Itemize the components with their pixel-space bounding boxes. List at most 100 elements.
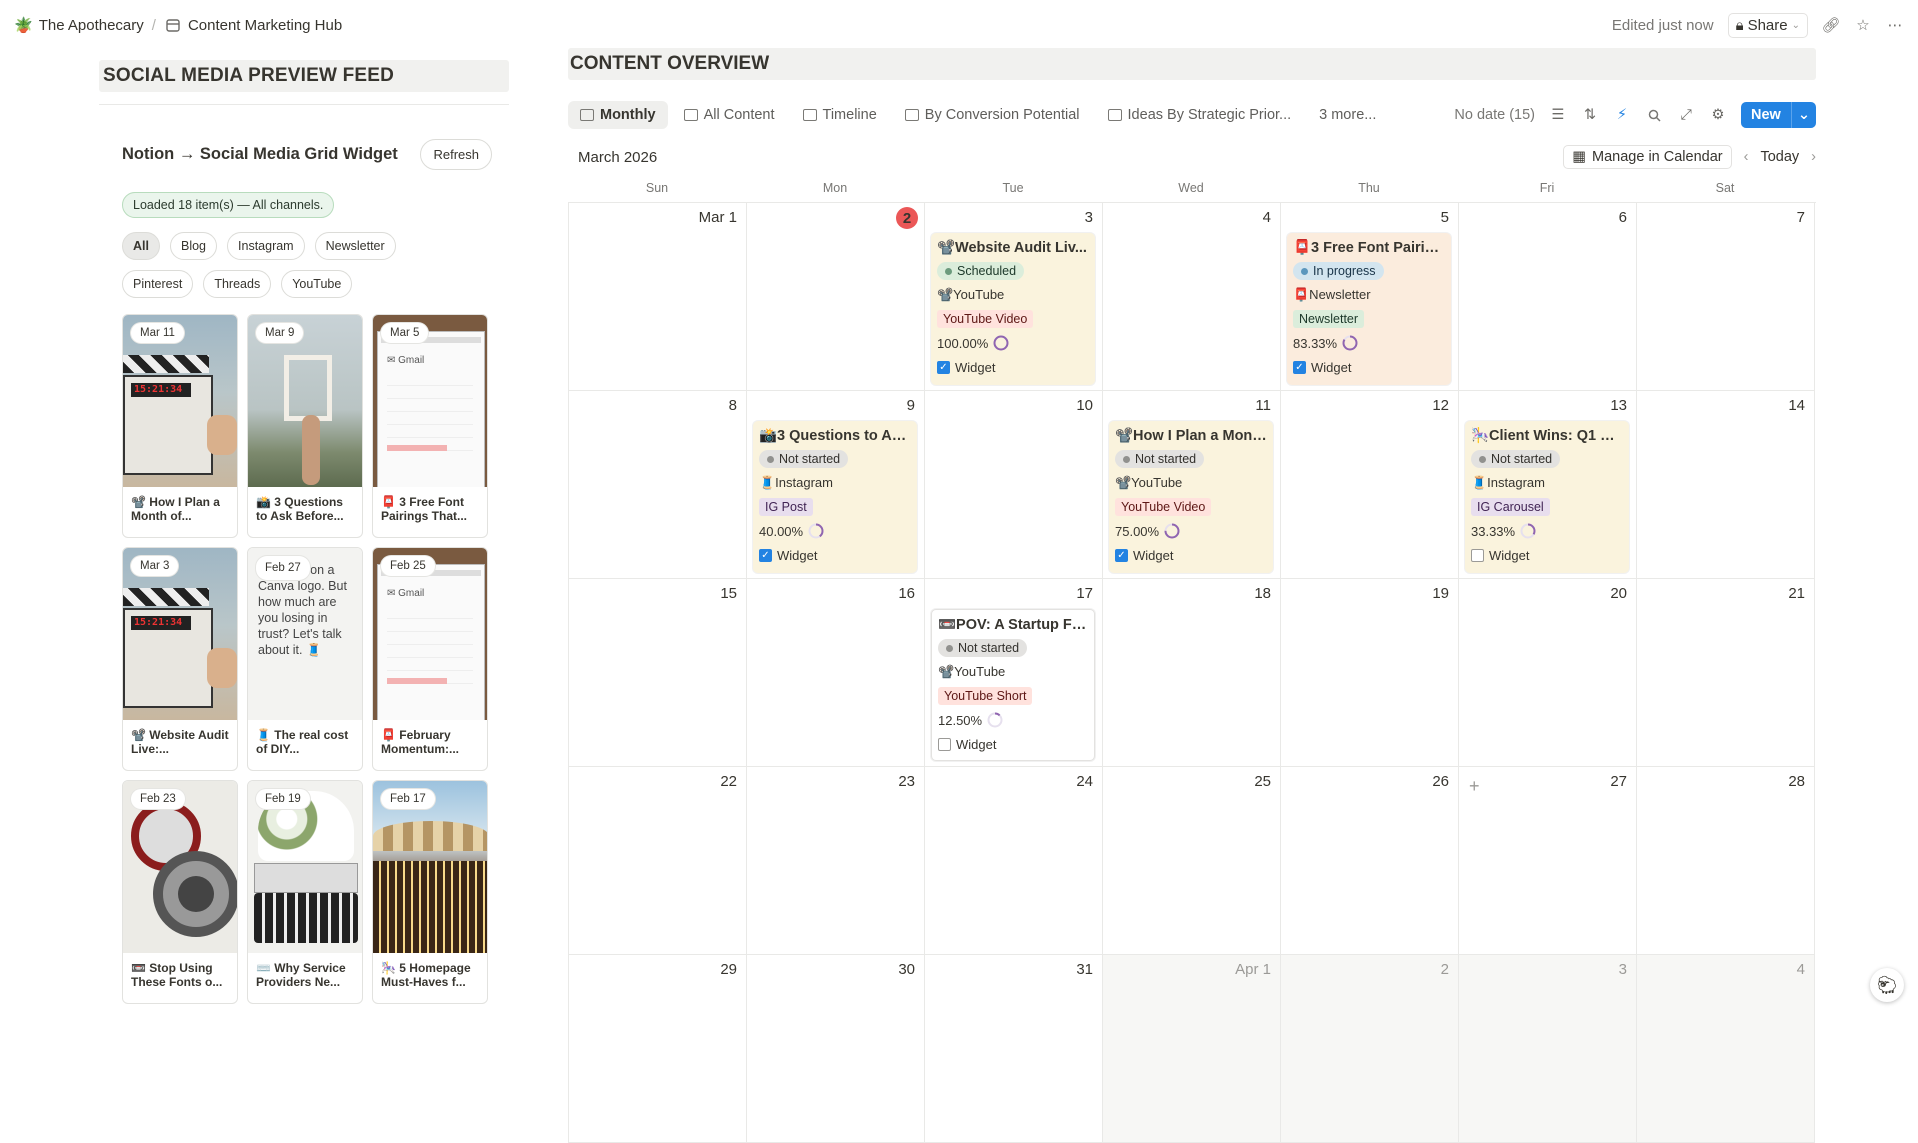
post-card[interactable]: Mar 9📸 3 Questions to Ask Before... [247,314,363,538]
tab-monthly[interactable]: Monthly [568,101,668,129]
event-card[interactable]: 📼POV: A Startup Fo...Not started📽️YouTub… [931,609,1095,761]
calendar-day[interactable]: 19 [1281,579,1459,767]
tab-ideas-by-strategic-prior[interactable]: Ideas By Strategic Prior... [1096,101,1304,129]
filter-icon[interactable]: ☰ [1549,106,1567,124]
calendar-day[interactable]: 8 [569,391,747,579]
event-card[interactable]: 🎠Client Wins: Q1 Re...Not started🧵Instag… [1465,421,1629,573]
help-assistant-button[interactable]: 🐑︎ [1870,968,1904,1002]
event-card[interactable]: 📮3 Free Font Pairin...In progress📮Newsle… [1287,233,1451,385]
widget-checkbox[interactable]: ✓ [759,549,772,562]
filter-chip-blog[interactable]: Blog [170,232,217,260]
calendar-day[interactable]: 3📽️Website Audit Liv...Scheduled📽️YouTub… [925,203,1103,391]
calendar-day[interactable]: 10 [925,391,1103,579]
calendar-day[interactable]: 31 [925,955,1103,1143]
event-card[interactable]: 📽️How I Plan a Mont...Not started📽️YouTu… [1109,421,1273,573]
widget-label: Widget [956,737,996,752]
tab-by-conversion-potential[interactable]: By Conversion Potential [893,101,1092,129]
search-icon[interactable] [1645,106,1663,124]
calendar-day[interactable]: Mar 1 [569,203,747,391]
breadcrumb-page[interactable]: Content Marketing Hub [164,16,342,34]
refresh-button[interactable]: Refresh [420,139,492,170]
calendar-day[interactable]: 29 [569,955,747,1143]
post-card[interactable]: Feb 19⌨️ Why Service Providers Ne... [247,780,363,1004]
tab-all-content[interactable]: All Content [672,101,787,129]
calendar-day[interactable]: 3 [1459,955,1637,1143]
calendar-day[interactable]: 6 [1459,203,1637,391]
event-card[interactable]: 📸3 Questions to As...Not started🧵Instagr… [753,421,917,573]
today-button[interactable]: Today [1760,149,1799,165]
calendar-day[interactable]: 4 [1103,203,1281,391]
calendar-day[interactable]: 25 [1103,767,1281,955]
calendar-day[interactable]: 4 [1637,955,1815,1143]
widget-checkbox[interactable]: ✓ [1115,549,1128,562]
tab-timeline[interactable]: Timeline [791,101,889,129]
calendar-day[interactable]: 9📸3 Questions to As...Not started🧵Instag… [747,391,925,579]
breadcrumb-workspace[interactable]: 🪴 The Apothecary [14,16,144,34]
post-card[interactable]: Feb 23📼 Stop Using These Fonts o... [122,780,238,1004]
widget-checkbox[interactable] [1471,549,1484,562]
calendar-day[interactable]: 14 [1637,391,1815,579]
status-dot [1479,456,1486,463]
event-channel-row: 📽️YouTube [1115,471,1267,495]
calendar-day[interactable]: 30 [747,955,925,1143]
no-date-button[interactable]: No date (15) [1454,107,1535,123]
settings-icon[interactable]: ⚙︎ [1709,106,1727,124]
chevron-down-icon[interactable]: ⌄ [1791,102,1816,128]
calendar-day[interactable]: 11📽️How I Plan a Mont...Not started📽️You… [1103,391,1281,579]
expand-icon[interactable]: ⤢ [1677,106,1695,124]
calendar-day[interactable]: 17📼POV: A Startup Fo...Not started📽️YouT… [925,579,1103,767]
calendar-icon [164,16,182,34]
calendar-day[interactable]: 15 [569,579,747,767]
widget-checkbox[interactable]: ✓ [1293,361,1306,374]
calendar-day[interactable]: 18 [1103,579,1281,767]
filter-chip-newsletter[interactable]: Newsletter [315,232,396,260]
post-card[interactable]: Feb 17🎠 5 Homepage Must-Haves f... [372,780,488,1004]
calendar-day[interactable]: 22 [569,767,747,955]
tab-3-more[interactable]: 3 more... [1307,101,1388,129]
chevron-left-icon[interactable]: ‹ [1744,149,1749,165]
calendar-day[interactable]: 20 [1459,579,1637,767]
share-button[interactable]: 🔒︎ Share ⌄ [1728,13,1808,38]
calendar-day[interactable]: 28 [1637,767,1815,955]
calendar-day[interactable]: 5📮3 Free Font Pairin...In progress📮Newsl… [1281,203,1459,391]
calendar-day[interactable]: 13🎠Client Wins: Q1 Re...Not started🧵Inst… [1459,391,1637,579]
event-card[interactable]: 📽️Website Audit Liv...Scheduled📽️YouTube… [931,233,1095,385]
filter-chip-all[interactable]: All [122,232,160,260]
calendar-day[interactable]: Apr 1 [1103,955,1281,1143]
add-icon[interactable]: + [1469,777,1489,797]
post-card[interactable]: ...d $500 on a Canva logo. But how much … [247,547,363,771]
post-card[interactable]: 15:21:34Mar 11📽️ How I Plan a Month of..… [122,314,238,538]
post-caption: 📽️ How I Plan a Month of... [123,487,237,531]
widget-checkbox[interactable]: ✓ [937,361,950,374]
sort-icon[interactable]: ⇅ [1581,106,1599,124]
post-card[interactable]: 15:21:34Mar 3📽️ Website Audit Live:... [122,547,238,771]
star-icon[interactable]: ☆ [1854,16,1872,34]
calendar-icon [580,109,594,121]
calendar-day[interactable]: 2 [1281,955,1459,1143]
calendar-day[interactable]: 24 [925,767,1103,955]
filter-chip-pinterest[interactable]: Pinterest [122,270,193,298]
filter-chip-youtube[interactable]: YouTube [281,270,352,298]
calendar-day[interactable]: 7 [1637,203,1815,391]
calendar-day[interactable]: 27+ [1459,767,1637,955]
filter-chip-threads[interactable]: Threads [203,270,271,298]
more-icon[interactable]: ⋯ [1886,16,1904,34]
calendar-day[interactable]: 23 [747,767,925,955]
calendar-day[interactable]: 16 [747,579,925,767]
calendar-day[interactable]: 26 [1281,767,1459,955]
widget-checkbox[interactable] [938,738,951,751]
calendar-day[interactable]: 2 [747,203,925,391]
progress-ring [1342,335,1358,351]
filter-chip-instagram[interactable]: Instagram [227,232,305,260]
progress-ring [987,712,1003,728]
post-card[interactable]: ✉ GmailMar 5📮 3 Free Font Pairings That.… [372,314,488,538]
manage-in-calendar-button[interactable]: ▦ Manage in Calendar [1563,145,1731,169]
chevron-right-icon[interactable]: › [1811,149,1816,165]
new-button[interactable]: New ⌄ [1741,102,1816,128]
automation-icon[interactable]: ⚡︎ [1613,106,1631,124]
calendar-day[interactable]: 21 [1637,579,1815,767]
link-icon[interactable]: 🔗︎ [1822,16,1840,34]
post-grid: 15:21:34Mar 11📽️ How I Plan a Month of..… [122,314,488,1004]
post-card[interactable]: ✉ GmailFeb 25📮 February Momentum:... [372,547,488,771]
calendar-day[interactable]: 12 [1281,391,1459,579]
